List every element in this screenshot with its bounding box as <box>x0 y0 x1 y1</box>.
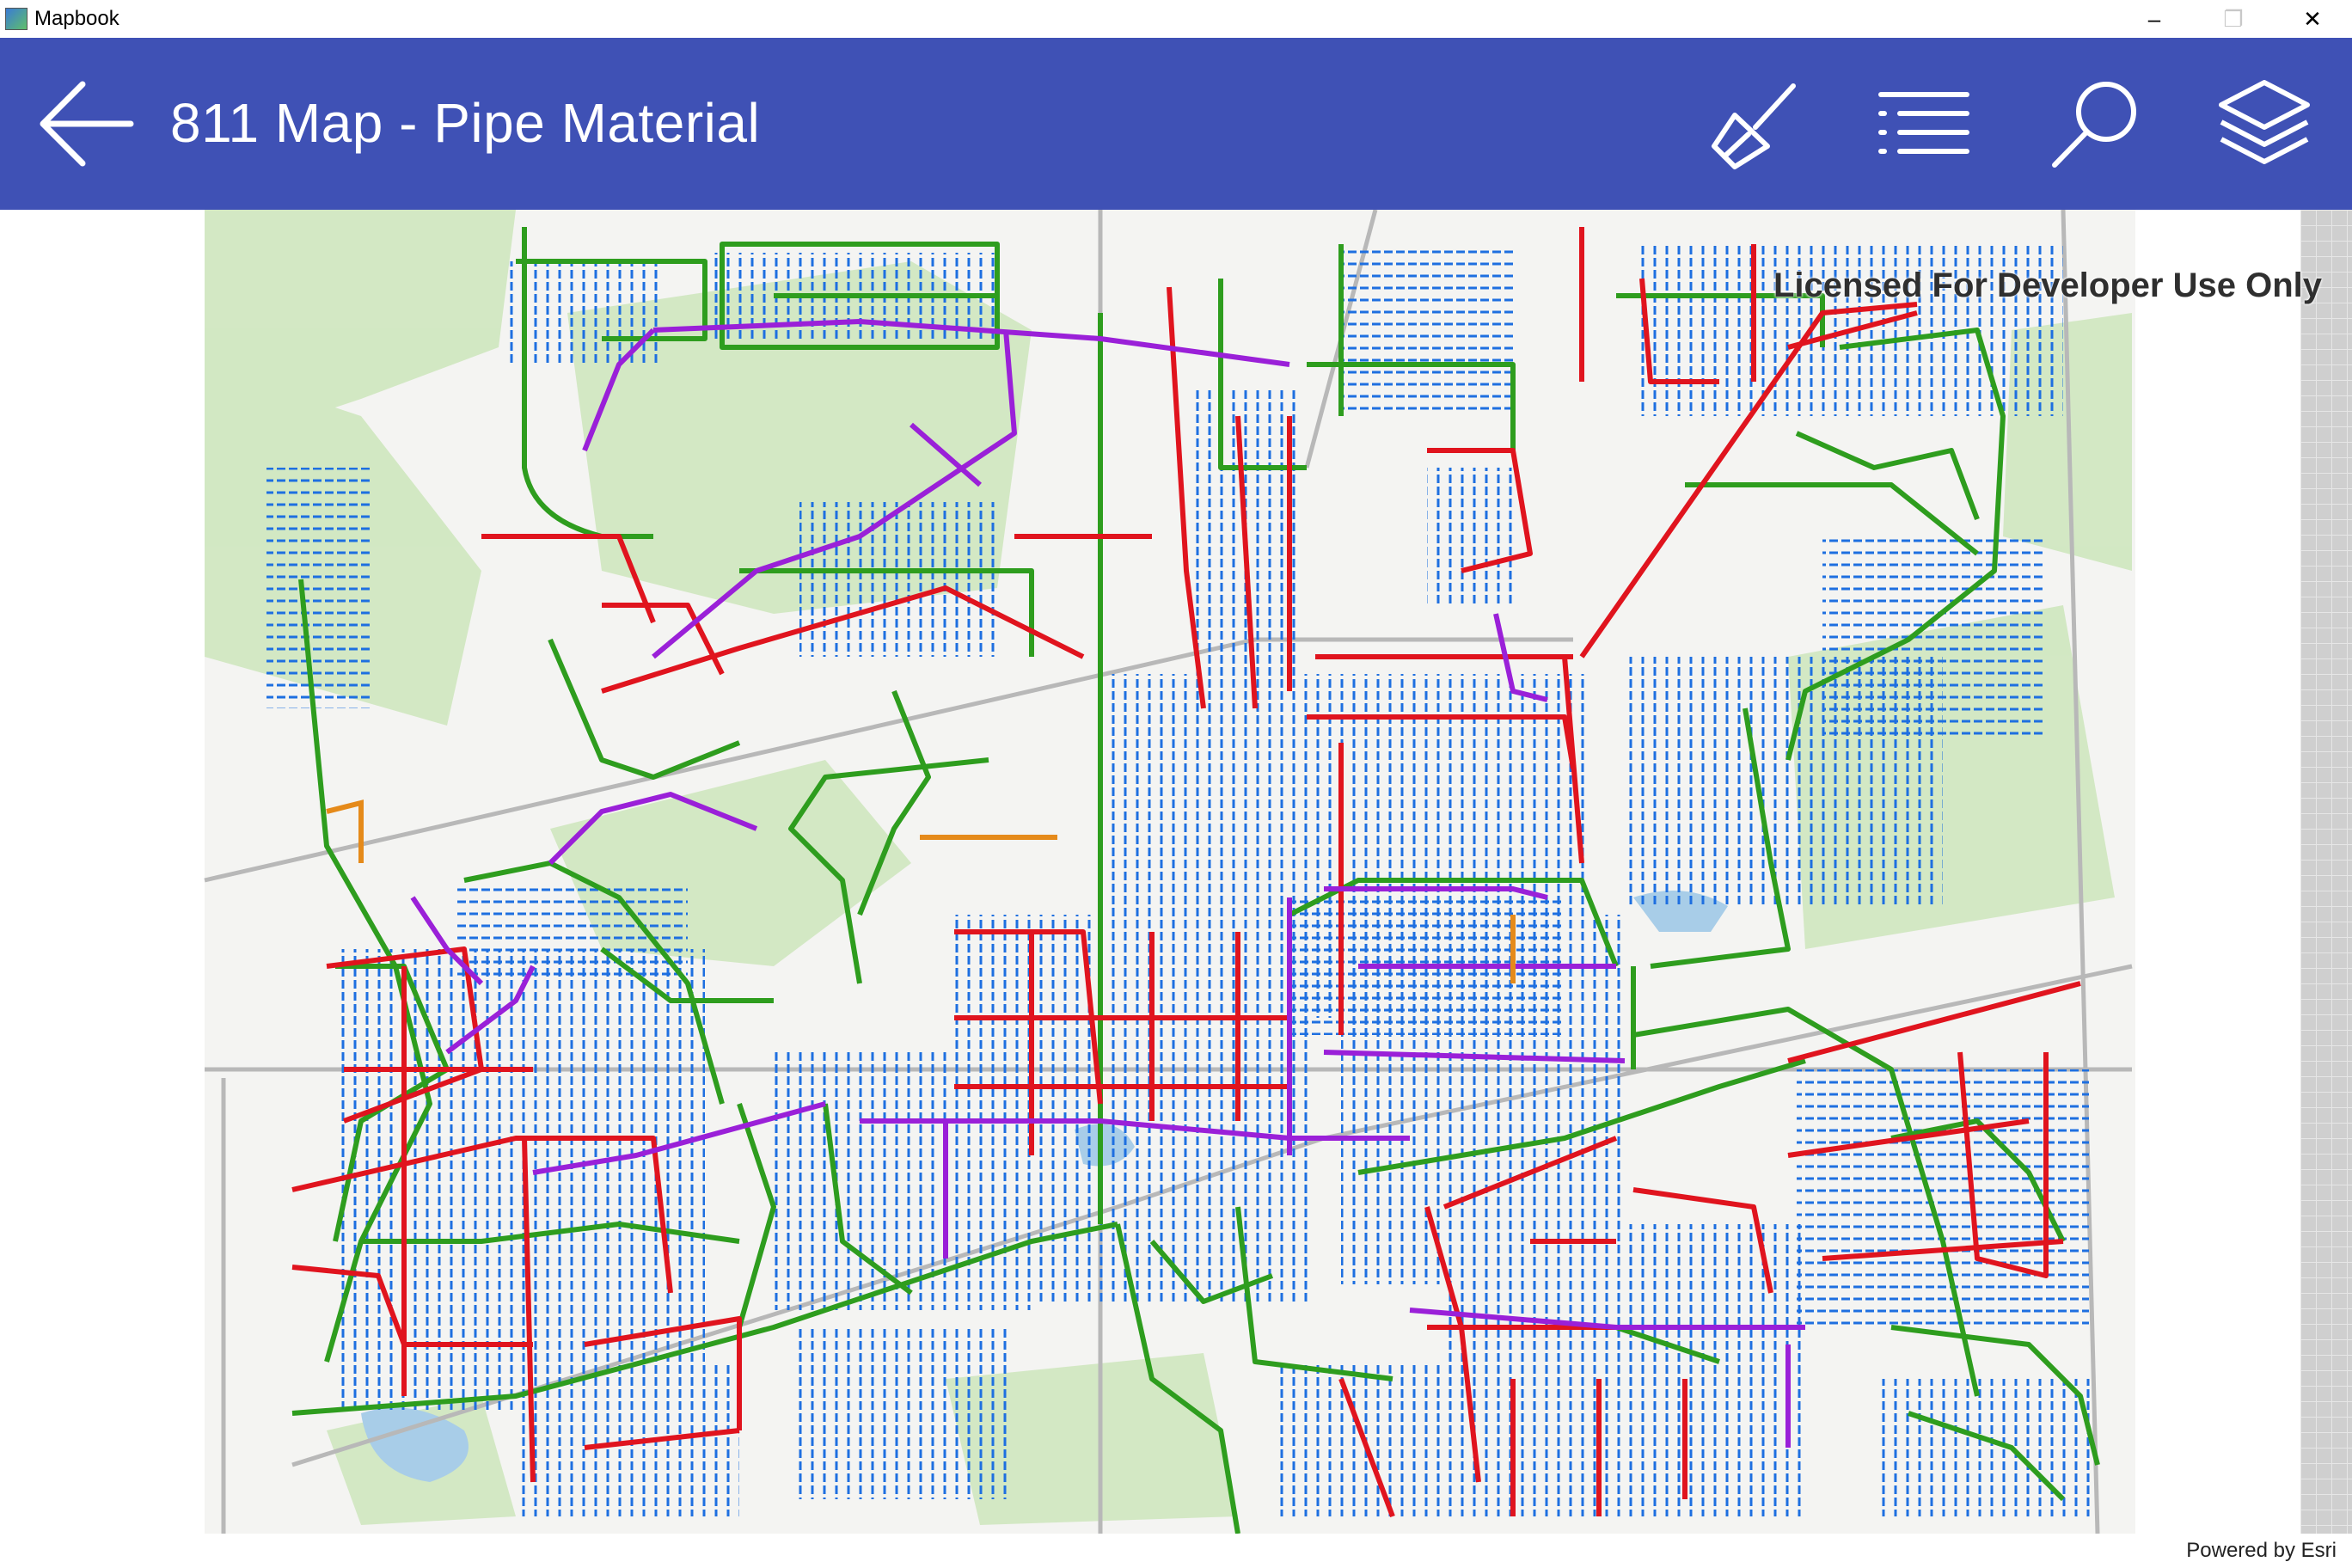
app-icon <box>5 8 28 30</box>
window-title: Mapbook <box>34 7 119 30</box>
window-titlebar: Mapbook – ❐ ✕ <box>0 0 2352 38</box>
clear-broom-icon <box>1712 83 1796 169</box>
search-icon <box>2052 82 2136 168</box>
window-controls: – ❐ ✕ <box>2115 0 2352 38</box>
minimize-button[interactable]: – <box>2115 0 2194 38</box>
basemap <box>204 210 2300 1568</box>
layers-button[interactable] <box>2213 77 2316 172</box>
layers-icon <box>2219 80 2310 164</box>
map-view[interactable]: Licensed For Developer Use Only Powered … <box>0 210 2352 1568</box>
legend-list-icon <box>1878 92 1969 154</box>
back-button[interactable] <box>34 72 138 175</box>
esri-attribution[interactable]: Powered by Esri <box>2181 1537 2342 1565</box>
search-button[interactable] <box>2044 77 2147 172</box>
restore-button[interactable]: ❐ <box>2194 0 2273 38</box>
map-grid-edge <box>2300 210 2352 1534</box>
app-header: 811 Map - Pipe Material <box>0 38 2352 210</box>
legend-button[interactable] <box>1871 77 1974 172</box>
license-watermark: Licensed For Developer Use Only <box>1773 266 2322 304</box>
back-arrow-icon <box>40 81 134 167</box>
clear-button[interactable] <box>1702 77 1805 172</box>
close-button[interactable]: ✕ <box>2273 0 2352 38</box>
page-title: 811 Map - Pipe Material <box>170 92 761 154</box>
